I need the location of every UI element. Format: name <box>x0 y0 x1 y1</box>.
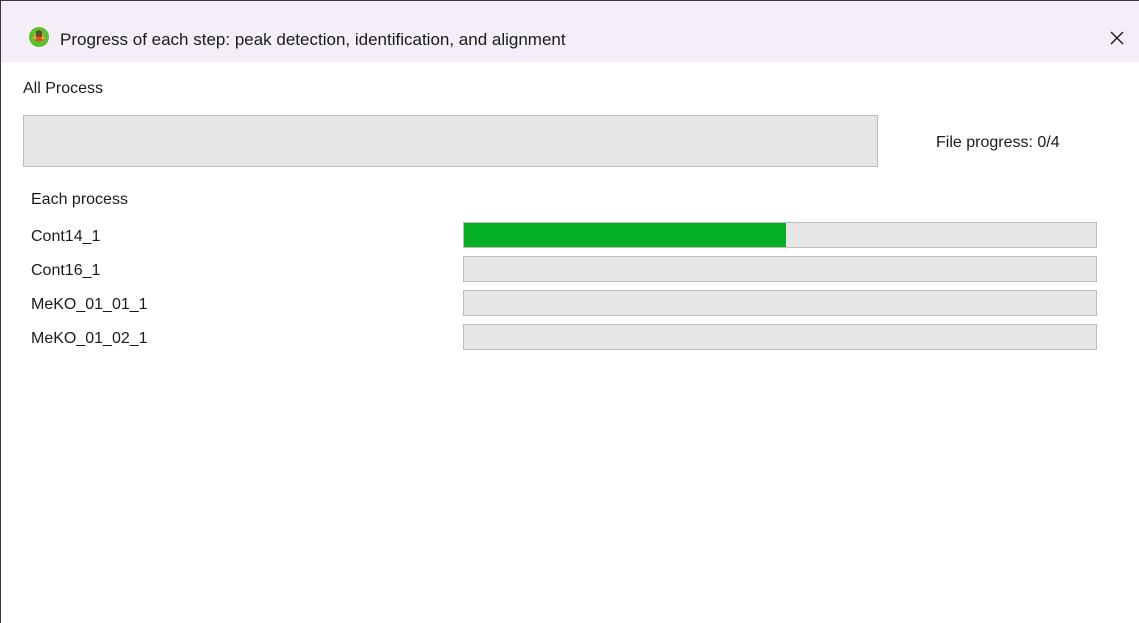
all-process-label: All Process <box>23 80 104 97</box>
each-process-label: Each process <box>31 191 128 208</box>
close-icon <box>1109 30 1125 51</box>
process-name: Cont16_1 <box>31 262 101 279</box>
close-button[interactable] <box>1095 22 1139 58</box>
process-progress-bar <box>463 222 1097 248</box>
title-bar[interactable]: Progress of each step: peak detection, i… <box>1 0 1139 62</box>
process-name: MeKO_01_02_1 <box>31 330 148 347</box>
file-progress-text: File progress: 0/4 <box>936 134 1060 151</box>
app-icon <box>27 25 51 49</box>
progress-window: Progress of each step: peak detection, i… <box>0 0 1139 623</box>
process-progress-bar <box>463 324 1097 350</box>
process-progress-bar <box>463 256 1097 282</box>
overall-progress-bar <box>23 115 878 167</box>
process-name: MeKO_01_01_1 <box>31 296 148 313</box>
process-progress-bar <box>463 290 1097 316</box>
window-title: Progress of each step: peak detection, i… <box>60 30 566 49</box>
process-progress-fill <box>464 223 787 247</box>
process-name: Cont14_1 <box>31 228 101 245</box>
